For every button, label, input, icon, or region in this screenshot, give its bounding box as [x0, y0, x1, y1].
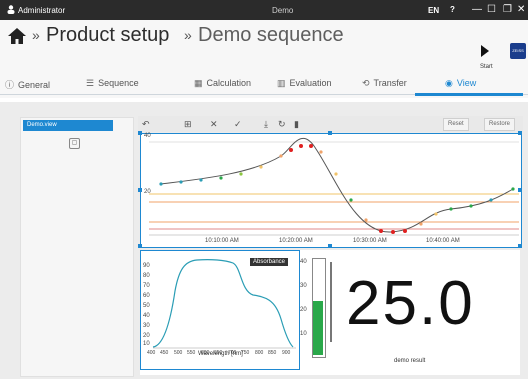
- trash-icon[interactable]: ▮: [294, 119, 299, 130]
- resize-handle[interactable]: [518, 244, 522, 248]
- view-list-panel: [20, 117, 134, 377]
- absorbance-ytick: 80: [143, 273, 150, 279]
- time-chart-ytick: 20: [144, 189, 151, 195]
- absorbance-ytick: 20: [143, 333, 150, 339]
- absorbance-ytick: 10: [143, 341, 150, 347]
- reset-button[interactable]: Reset: [443, 118, 469, 131]
- absorbance-xtick: 800: [255, 350, 264, 356]
- tab-evaluation[interactable]: ▥ Evaluation: [277, 78, 332, 89]
- calculator-icon: ▦: [194, 78, 203, 88]
- resize-handle[interactable]: [328, 131, 332, 135]
- home-icon[interactable]: [7, 26, 27, 46]
- download-icon[interactable]: ⤓: [264, 119, 268, 130]
- user-icon: [7, 5, 15, 14]
- eye-icon: ◉: [445, 78, 453, 88]
- active-tab-indicator: [415, 93, 523, 96]
- absorbance-ytick: 30: [143, 323, 150, 329]
- absorbance-title: Absorbance: [250, 258, 289, 266]
- absorbance-xtick: 450: [160, 350, 169, 356]
- absorbance-xtick: 400: [147, 350, 156, 356]
- resize-handle[interactable]: [138, 244, 142, 248]
- tab-view[interactable]: ◉ View: [445, 78, 476, 89]
- result-value: 25.0: [346, 269, 475, 338]
- absorbance-xtick: 850: [268, 350, 277, 356]
- minimize-icon[interactable]: —: [472, 4, 482, 15]
- absorbance-ytick: 60: [143, 293, 150, 299]
- absorbance-xtick: 550: [187, 350, 196, 356]
- resize-handle[interactable]: [138, 188, 142, 192]
- time-chart-xtick: 10:20:00 AM: [279, 238, 313, 244]
- resize-handle[interactable]: [518, 188, 522, 192]
- bar-gauge-tick: 20: [300, 307, 307, 313]
- resize-handle[interactable]: [518, 131, 522, 135]
- sequence-icon: ☰: [86, 78, 95, 88]
- restore-icon[interactable]: ❐: [503, 4, 512, 15]
- transfer-icon: ⟲: [362, 78, 370, 88]
- tab-general[interactable]: ⓘ General: [5, 78, 50, 91]
- page-icon[interactable]: ▢: [69, 138, 80, 149]
- view-list-item-selected[interactable]: Demo.view: [23, 120, 113, 131]
- bar-gauge-fill: [313, 301, 323, 355]
- resize-handle[interactable]: [138, 131, 142, 135]
- breadcrumb-demo-sequence: Demo sequence: [198, 24, 344, 46]
- user-name: Administrator: [18, 6, 66, 15]
- time-chart-xtick: 10:40:00 AM: [426, 238, 460, 244]
- chart-icon: ▥: [277, 78, 286, 88]
- breadcrumb-product-setup[interactable]: Product setup: [46, 24, 169, 47]
- absorbance-ytick: 70: [143, 283, 150, 289]
- window-title: Demo: [272, 6, 294, 15]
- refresh-icon[interactable]: ↻: [278, 119, 286, 130]
- editor-toolbar: ↶ ⊞ ✕ ✓ ⤓ ↻ ▮ Reset Restore: [138, 116, 523, 132]
- absorbance-xtick: 900: [282, 350, 291, 356]
- breadcrumb-separator: »: [32, 27, 40, 43]
- time-chart-ytick: 40: [144, 133, 151, 139]
- maximize-icon[interactable]: ☐: [487, 4, 496, 15]
- help-button[interactable]: ?: [450, 5, 455, 14]
- bar-gauge-tick: 30: [300, 283, 307, 289]
- close-icon[interactable]: ✕: [517, 4, 525, 15]
- tab-sequence[interactable]: ☰ Sequence: [86, 78, 139, 89]
- absorbance-xtick: 500: [174, 350, 183, 356]
- absorbance-ytick: 90: [143, 263, 150, 269]
- breadcrumb-separator: »: [184, 27, 192, 43]
- play-icon: [481, 45, 489, 57]
- run-label: Start: [480, 64, 493, 70]
- absorbance-ytick: 50: [143, 303, 150, 309]
- time-chart[interactable]: 40 20 10:10:00 AM 10:20:00 AM 10:30:00 A…: [140, 133, 522, 248]
- zeiss-logo: ZEISS: [510, 43, 526, 59]
- bar-gauge-tick: 10: [300, 331, 307, 337]
- info-icon: ⓘ: [5, 80, 15, 90]
- check-icon[interactable]: ✓: [234, 119, 242, 130]
- absorbance-xlabel: Wavelength [nm]: [198, 351, 243, 357]
- tab-calculation[interactable]: ▦ Calculation: [194, 78, 251, 89]
- value-display-edge: [330, 262, 332, 342]
- time-chart-xtick: 10:10:00 AM: [205, 238, 239, 244]
- undo-icon[interactable]: ↶: [142, 119, 150, 130]
- delete-icon[interactable]: ✕: [210, 119, 218, 130]
- language-selector[interactable]: EN: [428, 6, 439, 15]
- bar-gauge-tick: 40: [300, 259, 307, 265]
- time-chart-markers: [159, 144, 515, 234]
- absorbance-ytick: 40: [143, 313, 150, 319]
- grid-icon[interactable]: ⊞: [184, 119, 192, 130]
- title-bar: Administrator Demo EN ? — ☐ ❐ ✕: [0, 0, 528, 20]
- time-chart-xtick: 10:30:00 AM: [353, 238, 387, 244]
- result-label: demo result: [394, 358, 426, 364]
- restore-button[interactable]: Restore: [484, 118, 516, 131]
- resize-handle[interactable]: [328, 244, 332, 248]
- time-chart-plot: [149, 137, 519, 236]
- tab-transfer[interactable]: ⟲ Transfer: [362, 78, 407, 89]
